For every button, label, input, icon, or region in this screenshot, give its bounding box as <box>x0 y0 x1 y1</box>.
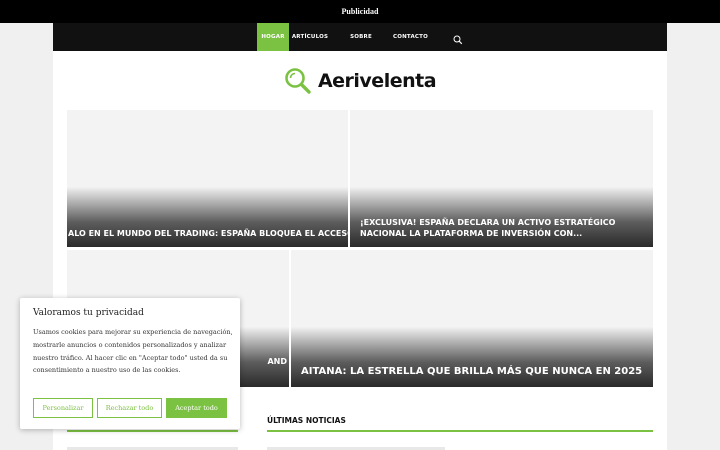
nav-item-articulos[interactable]: ARTÍCULOS <box>291 23 329 51</box>
main-nav: HOGAR ARTÍCULOS SOBRE NOSOTROS CONTACTO <box>53 23 667 68</box>
featured-title: ¡EXCLUSIVA! ESPAÑA DECLARA UN ACTIVO EST… <box>360 218 616 238</box>
section-divider <box>67 430 238 432</box>
ad-bar: Publicidad <box>0 0 720 23</box>
featured-title: AND <box>267 357 287 366</box>
nav-item-hogar[interactable]: HOGAR <box>257 23 289 51</box>
accept-all-button[interactable]: Aceptar todo <box>166 398 227 418</box>
cookie-consent-dialog: Valoramos tu privacidad Usamos cookies p… <box>20 298 240 429</box>
customize-button[interactable]: Personalizar <box>33 398 93 418</box>
latest-news-heading: ÚLTIMAS NOTICIAS <box>267 416 346 425</box>
logo-text: Aerivelenta <box>317 70 437 92</box>
search-icon <box>453 35 463 45</box>
featured-tile-2[interactable]: ¡EXCLUSIVA! ESPAÑA DECLARA UN ACTIVO EST… <box>350 110 653 247</box>
reject-all-button[interactable]: Rechazar todo <box>97 398 162 418</box>
featured-tile-4[interactable]: AITANA: LA ESTRELLA QUE BRILLA MÁS QUE N… <box>291 250 653 387</box>
site-logo[interactable]: Aerivelenta <box>53 65 667 97</box>
featured-title: ALO EN EL MUNDO DEL TRADING: ESPAÑA BLOQ… <box>68 229 348 238</box>
ad-label: Publicidad <box>341 7 379 16</box>
nav-item-sobre-nosotros[interactable]: SOBRE NOSOTROS <box>333 23 389 68</box>
section-divider <box>267 430 653 432</box>
search-button[interactable] <box>452 31 464 45</box>
featured-title: AITANA: LA ESTRELLA QUE BRILLA MÁS QUE N… <box>301 366 643 377</box>
featured-tile-1[interactable]: ALO EN EL MUNDO DEL TRADING: ESPAÑA BLOQ… <box>67 110 348 247</box>
cookie-body: Usamos cookies para mejorar su experienc… <box>33 328 233 375</box>
cookie-title: Valoramos tu privacidad <box>33 308 144 318</box>
nav-item-contacto[interactable]: CONTACTO <box>393 23 428 51</box>
magnifier-logo-icon <box>285 68 311 94</box>
